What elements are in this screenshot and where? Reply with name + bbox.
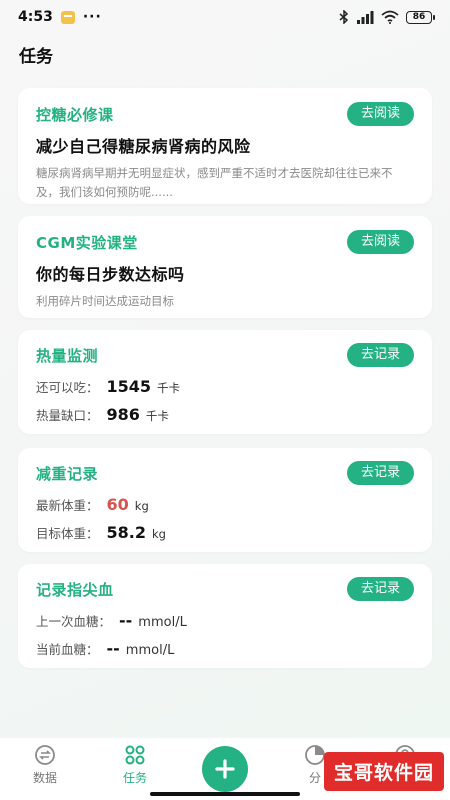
calorie-card[interactable]: 热量监测 去记录 还可以吃： 1545 千卡 热量缺口： 986 千卡: [18, 330, 432, 434]
status-icons: 86: [339, 10, 435, 24]
watermark: 宝哥软件园: [323, 752, 444, 791]
card-title: CGM实验课堂: [36, 233, 138, 252]
article-description: 糖尿病肾病早期并无明显症状，感到严重不适时才去医院却往往已来不及，我们该如何预防…: [36, 166, 393, 199]
read-button[interactable]: 去阅读: [346, 230, 414, 254]
nav-item-data[interactable]: 数据: [5, 744, 85, 786]
home-indicator: [150, 792, 300, 796]
status-time: 4:53: [18, 9, 53, 25]
metric-value: 60: [106, 495, 129, 514]
page-title: 任务: [19, 47, 53, 67]
article-description: 利用碎片时间达成运动目标: [36, 294, 174, 308]
notification-icon: [60, 10, 75, 24]
record-button[interactable]: 去记录: [346, 343, 414, 367]
card-title: 热量监测: [36, 346, 99, 365]
article-title: 减少自己得糖尿病肾病的风险: [36, 137, 251, 156]
metric-value: 1545: [106, 377, 152, 396]
battery-icon: 86: [406, 10, 435, 24]
record-button[interactable]: 去记录: [346, 577, 414, 601]
metric-row: 最新体重： 60 kg: [36, 495, 414, 514]
fingertip-blood-card[interactable]: 记录指尖血 去记录 上一次血糖： -- mmol/L 当前血糖： -- mmol…: [18, 564, 432, 668]
course-card[interactable]: 控糖必修课 去阅读 减少自己得糖尿病肾病的风险 糖尿病肾病早期并无明显症状，感到…: [18, 88, 432, 204]
status-bar: 4:53 ··· 86: [0, 0, 450, 34]
weight-card[interactable]: 减重记录 去记录 最新体重： 60 kg 目标体重： 58.2 kg: [18, 448, 432, 552]
plus-icon: [215, 759, 235, 779]
article-title: 你的每日步数达标吗: [36, 265, 185, 284]
record-button[interactable]: 去记录: [346, 461, 414, 485]
metric-value: 58.2: [106, 523, 146, 542]
metric-value: 986: [106, 405, 140, 424]
signal-icon: [357, 10, 374, 24]
nav-label: 分: [308, 771, 321, 785]
task-icon: [125, 745, 145, 765]
metric-unit: mmol/L: [138, 615, 187, 630]
bluetooth-icon: [339, 10, 349, 24]
metric-row: 上一次血糖： -- mmol/L: [36, 611, 414, 630]
metric-unit: 千卡: [145, 409, 169, 423]
metric-row: 还可以吃： 1545 千卡: [36, 377, 414, 396]
metric-label: 上一次血糖：: [36, 614, 112, 629]
nav-item-task[interactable]: 任务: [95, 744, 175, 786]
read-button[interactable]: 去阅读: [346, 102, 414, 126]
metric-value: --: [119, 611, 133, 630]
metric-label: 当前血糖：: [36, 642, 99, 657]
metric-label: 热量缺口：: [36, 408, 99, 423]
add-button[interactable]: [202, 746, 248, 792]
nav-label: 任务: [122, 771, 147, 785]
card-title: 减重记录: [36, 464, 99, 483]
wifi-icon: [381, 10, 399, 24]
metric-unit: kg: [134, 499, 149, 513]
metric-label: 还可以吃：: [36, 380, 99, 395]
metric-label: 最新体重：: [36, 498, 99, 513]
metric-row: 热量缺口： 986 千卡: [36, 405, 414, 424]
nav-label: 数据: [32, 771, 57, 785]
data-icon: [35, 745, 55, 765]
metric-value: --: [106, 639, 120, 658]
metric-unit: 千卡: [157, 381, 181, 395]
nav-item-add[interactable]: [185, 744, 265, 792]
metric-row: 当前血糖： -- mmol/L: [36, 639, 414, 658]
share-icon: [305, 745, 325, 765]
more-dots-icon: ···: [82, 9, 102, 25]
metric-unit: kg: [152, 527, 166, 541]
cgm-class-card[interactable]: CGM实验课堂 去阅读 你的每日步数达标吗 利用碎片时间达成运动目标: [18, 216, 432, 318]
metric-row: 目标体重： 58.2 kg: [36, 523, 414, 542]
metric-unit: mmol/L: [125, 643, 175, 658]
card-title: 控糖必修课: [36, 105, 114, 124]
metric-label: 目标体重：: [36, 526, 99, 541]
card-title: 记录指尖血: [36, 580, 114, 599]
